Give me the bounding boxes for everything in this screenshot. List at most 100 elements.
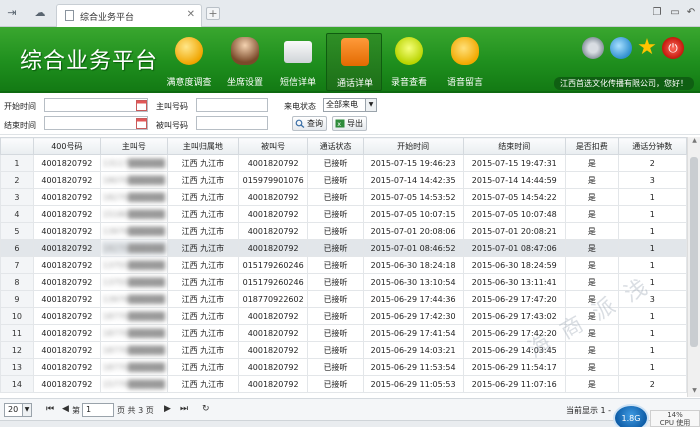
chevron-down-icon: ▼ bbox=[22, 404, 31, 416]
nav-sms-records[interactable]: 短信详单 bbox=[270, 33, 326, 91]
restore-icon[interactable]: ❐ bbox=[650, 7, 664, 19]
menu-icon[interactable]: ▭ bbox=[668, 7, 682, 19]
nav-recordings[interactable]: 录音查看 bbox=[381, 33, 437, 91]
sidebar-toggle-icon[interactable]: ⇥ bbox=[4, 6, 20, 20]
filter-panel: 开始时间 结束时间 主叫号码 被叫号码 来电状态 全部来电 ▼ 查询 x 导出 bbox=[0, 95, 700, 135]
start-time-input[interactable] bbox=[44, 98, 148, 112]
column-header[interactable] bbox=[0, 137, 34, 155]
table-cell: 4001820792 bbox=[32, 239, 101, 257]
table-cell: 是 bbox=[565, 256, 619, 274]
cpu-usage: 14% CPU 使用 bbox=[650, 410, 700, 427]
table-cell: 江西 九江市 bbox=[166, 205, 239, 223]
table-cell: 15779██████ bbox=[99, 375, 168, 393]
nav-label: 满意度调查 bbox=[166, 78, 212, 88]
prev-page-icon[interactable]: ◀ bbox=[62, 404, 69, 414]
gear-icon[interactable] bbox=[582, 37, 604, 59]
table-row[interactable]: 4 4001820792 15180██████ 江西 九江市 4001820792 已接… bbox=[0, 205, 687, 223]
table-cell: 江西 九江市 bbox=[166, 188, 239, 206]
table-cell: 是 bbox=[565, 205, 619, 223]
close-tab-icon[interactable]: ✕ bbox=[187, 9, 195, 20]
browser-tab[interactable]: 综合业务平台 ✕ bbox=[56, 4, 202, 27]
table-cell: 4001820792 bbox=[237, 188, 309, 206]
column-header[interactable]: 被叫号 bbox=[237, 137, 309, 155]
header-tools: ★ ⏻ bbox=[582, 35, 692, 61]
table-cell: 已接听 bbox=[307, 273, 364, 291]
table-cell: 是 bbox=[565, 171, 619, 189]
row-number: 12 bbox=[0, 341, 34, 359]
nav-voice-messages[interactable]: 语音留言 bbox=[437, 33, 493, 91]
table-row[interactable]: 5 4001820792 13979██████ 江西 九江市 4001820792 已接… bbox=[0, 222, 687, 240]
row-number: 3 bbox=[0, 188, 34, 206]
row-number: 14 bbox=[0, 375, 34, 393]
table-cell: 4001820792 bbox=[32, 188, 101, 206]
table-cell: 是 bbox=[565, 375, 619, 393]
column-header[interactable]: 主叫归属地 bbox=[166, 137, 239, 155]
table-row[interactable]: 13 4001820792 18770██████ 江西 九江市 4001820792 已… bbox=[0, 358, 687, 376]
table-cell: 已接听 bbox=[307, 341, 364, 359]
table-row[interactable]: 2 4001820792 18070██████ 江西 九江市 015979901076… bbox=[0, 171, 687, 189]
next-page-icon[interactable]: ▶ bbox=[164, 404, 171, 414]
table-cell: 2015-07-01 20:08:21 bbox=[462, 222, 567, 240]
column-header[interactable]: 结束时间 bbox=[462, 137, 567, 155]
table-row[interactable]: 10 4001820792 18770██████ 江西 九江市 4001820792 已… bbox=[0, 307, 687, 325]
column-header[interactable]: 通话分钟数 bbox=[617, 137, 687, 155]
scroll-up-icon[interactable]: ▲ bbox=[688, 137, 700, 147]
new-tab-button[interactable]: + bbox=[206, 7, 220, 20]
table-row[interactable]: 1 4001820792 13117██████ 江西 九江市 4001820792 已接… bbox=[0, 154, 687, 172]
call-status-select[interactable]: 全部来电 ▼ bbox=[323, 98, 377, 112]
row-number: 9 bbox=[0, 290, 34, 308]
table-cell: 2015-07-05 10:07:15 bbox=[362, 205, 464, 223]
chat-icon[interactable] bbox=[610, 37, 632, 59]
cloud-icon[interactable]: ☁ bbox=[32, 6, 48, 20]
table-row[interactable]: 8 4001820792 13755██████ 江西 九江市 015179260246… bbox=[0, 273, 687, 291]
table-cell: 已接听 bbox=[307, 324, 364, 342]
star-icon[interactable]: ★ bbox=[636, 37, 658, 59]
refresh-icon[interactable]: ↻ bbox=[202, 404, 210, 414]
table-cell: 2015-06-29 17:43:02 bbox=[462, 307, 567, 325]
scroll-thumb[interactable] bbox=[690, 157, 698, 347]
table-row[interactable]: 9 4001820792 13979██████ 江西 九江市 018770922602… bbox=[0, 290, 687, 308]
table-cell: 4001820792 bbox=[237, 341, 309, 359]
page-size-select[interactable]: 20 ▼ bbox=[4, 403, 32, 417]
table-cell: 18270██████ bbox=[99, 188, 168, 206]
column-header[interactable]: 主叫号 bbox=[99, 137, 168, 155]
table-row[interactable]: 7 4001820792 13755██████ 江西 九江市 015179260246… bbox=[0, 256, 687, 274]
table-cell: 4001820792 bbox=[32, 358, 101, 376]
table-cell: 江西 九江市 bbox=[166, 341, 239, 359]
table-row[interactable]: 12 4001820792 18770██████ 江西 九江市 4001820792 已… bbox=[0, 341, 687, 359]
column-header[interactable]: 通话状态 bbox=[307, 137, 364, 155]
power-icon[interactable]: ⏻ bbox=[662, 37, 684, 59]
table-cell: 江西 九江市 bbox=[166, 154, 239, 172]
end-time-input[interactable] bbox=[44, 116, 148, 130]
table-row[interactable]: 11 4001820792 18770██████ 江西 九江市 4001820792 已… bbox=[0, 324, 687, 342]
callee-input[interactable] bbox=[196, 116, 268, 130]
export-label: 导出 bbox=[347, 119, 363, 128]
vertical-scrollbar[interactable]: ▲ ▼ bbox=[687, 137, 700, 397]
table-cell: 4001820792 bbox=[237, 239, 309, 257]
column-header[interactable]: 开始时间 bbox=[362, 137, 464, 155]
table-row[interactable]: 3 4001820792 18270██████ 江西 九江市 4001820792 已接… bbox=[0, 188, 687, 206]
page-number-value: 1 bbox=[86, 405, 92, 414]
nav-agent-settings[interactable]: 坐席设置 bbox=[217, 33, 273, 91]
page-number-input[interactable]: 1 bbox=[82, 403, 114, 417]
table-row[interactable]: 14 4001820792 15779██████ 江西 九江市 4001820792 已… bbox=[0, 375, 687, 393]
nav-satisfaction-survey[interactable]: 满意度调查 bbox=[161, 33, 217, 91]
export-button[interactable]: x 导出 bbox=[332, 116, 367, 131]
nav-call-records[interactable]: 通话详单 bbox=[326, 33, 382, 91]
row-number: 5 bbox=[0, 222, 34, 240]
scroll-down-icon[interactable]: ▼ bbox=[688, 387, 700, 397]
last-page-icon[interactable]: ⏭ bbox=[180, 404, 188, 414]
caller-input[interactable] bbox=[196, 98, 268, 112]
table-cell: 4001820792 bbox=[32, 290, 101, 308]
table-row[interactable]: 6 4001820792 18270██████ 江西 九江市 4001820792 已接… bbox=[0, 239, 687, 257]
calendar-icon[interactable] bbox=[136, 100, 147, 111]
query-button[interactable]: 查询 bbox=[292, 116, 327, 131]
calendar-icon[interactable] bbox=[136, 118, 147, 129]
column-header[interactable]: 是否扣费 bbox=[565, 137, 619, 155]
column-header[interactable]: 400号码 bbox=[32, 137, 101, 155]
call-status-label: 来电状态 bbox=[284, 102, 316, 111]
tab-title: 综合业务平台 bbox=[80, 13, 135, 23]
first-page-icon[interactable]: ⏮ bbox=[46, 404, 54, 414]
records-table: 400号码 主叫号 主叫归属地 被叫号 通话状态 开始时间 结束时间 是否扣费 通话分钟数 14… bbox=[0, 137, 687, 393]
undo-icon[interactable]: ↶ bbox=[684, 7, 698, 19]
